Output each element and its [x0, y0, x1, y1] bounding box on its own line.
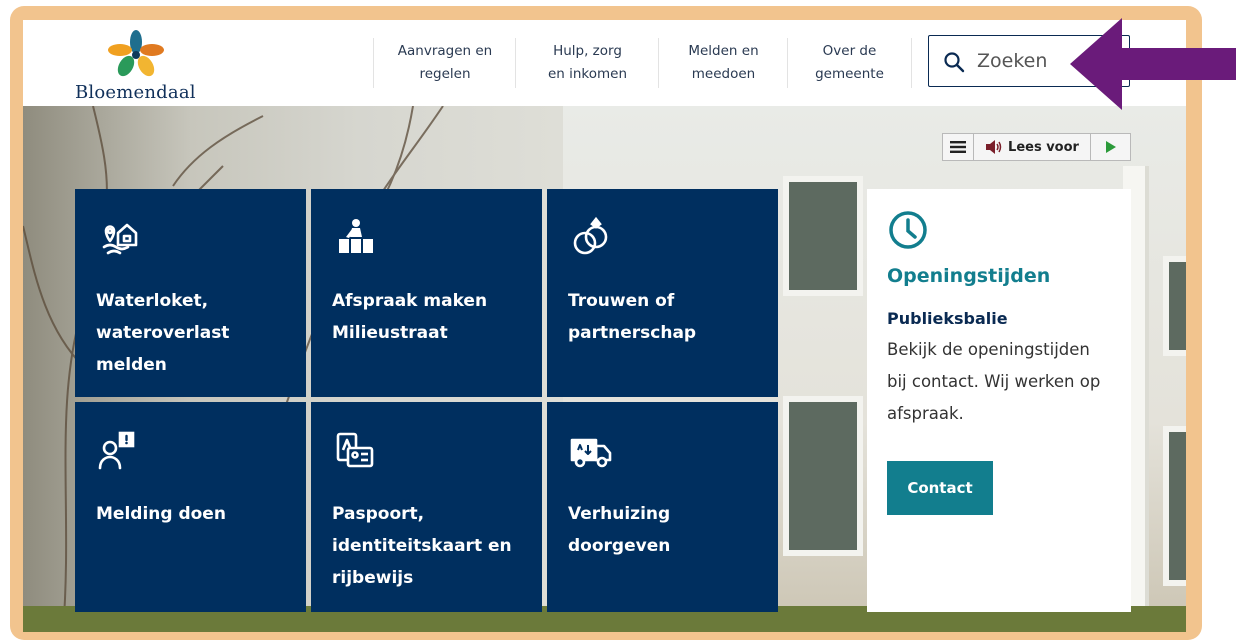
nav-melden-meedoen[interactable]: Melden en meedoen — [658, 38, 788, 88]
opening-hours-subtitle: Publieksbalie — [887, 309, 1008, 328]
person-alert-icon — [96, 428, 286, 476]
tile-verhuizing[interactable]: Verhuizing doorgeven — [547, 402, 778, 612]
nav-over-gemeente[interactable]: Over de gemeente — [787, 38, 912, 88]
water-location-icon — [96, 215, 286, 263]
nav-label-line1: Melden en — [688, 43, 759, 59]
website-page: Bloemendaal Aanvragen en regelen Hulp, zo… — [23, 20, 1186, 632]
logo-text: Bloemendaal — [75, 82, 196, 103]
nav-label-line2: gemeente — [815, 66, 884, 82]
readspeaker-label: Lees voor — [1008, 139, 1079, 155]
tile-label: Paspoort, identiteitskaart en rijbewijs — [332, 504, 512, 588]
tile-label: Verhuizing doorgeven — [568, 504, 671, 556]
tile-afspraak-milieustraat[interactable]: Afspraak maken Milieustraat — [311, 189, 542, 397]
nav-hulp-zorg-inkomen[interactable]: Hulp, zorg en inkomen — [515, 38, 659, 88]
recycling-person-icon — [332, 215, 522, 263]
speaker-icon — [986, 140, 1002, 154]
readspeaker-menu-button[interactable] — [943, 134, 974, 160]
opening-hours-text: Bekijk de openingstijden bij contact. Wi… — [887, 340, 1101, 423]
tile-melding[interactable]: Melding doen — [75, 402, 306, 612]
site-header: Bloemendaal Aanvragen en regelen Hulp, zo… — [23, 20, 1186, 106]
tile-label: Afspraak maken Milieustraat — [332, 291, 488, 343]
annotation-arrow-icon — [1070, 18, 1236, 110]
tile-paspoort[interactable]: Paspoort, identiteitskaart en rijbewijs — [311, 402, 542, 612]
building-window — [783, 396, 863, 556]
readspeaker-play-button[interactable] — [1091, 134, 1130, 160]
play-icon — [1105, 141, 1116, 153]
readspeaker-listen-button[interactable]: Lees voor — [974, 134, 1091, 160]
tile-waterloket[interactable]: Waterloket, wateroverlast melden — [75, 189, 306, 397]
opening-hours-card: Openingstijden Publieksbalie Bekijk de o… — [867, 189, 1131, 612]
clock-icon — [889, 211, 927, 249]
nav-label-line1: Hulp, zorg — [553, 43, 622, 59]
rings-icon — [568, 215, 758, 263]
moving-truck-icon — [568, 428, 758, 476]
building-window — [783, 176, 863, 296]
nav-label-line2: regelen — [419, 66, 471, 82]
menu-icon — [950, 141, 966, 153]
contact-button[interactable]: Contact — [887, 461, 993, 515]
opening-hours-title: Openingstijden — [887, 265, 1051, 287]
search-icon — [944, 52, 965, 73]
tile-trouwen[interactable]: Trouwen of partnerschap — [547, 189, 778, 397]
nav-label-line2: meedoen — [691, 66, 756, 82]
nav-label-line1: Aanvragen en — [397, 43, 493, 59]
nav-label-line2: en inkomen — [547, 66, 628, 82]
readspeaker-bar: Lees voor — [942, 133, 1131, 161]
tile-label: Trouwen of partnerschap — [568, 291, 697, 343]
nav-label-line1: Over de — [822, 43, 877, 59]
site-logo[interactable]: Bloemendaal — [73, 30, 203, 103]
tile-label: Waterloket, wateroverlast melden — [96, 291, 230, 375]
flower-logo-icon — [108, 30, 164, 77]
building-window — [1163, 256, 1186, 356]
id-document-icon — [332, 428, 522, 476]
building-window — [1163, 426, 1186, 586]
nav-aanvragen-regelen[interactable]: Aanvragen en regelen — [373, 38, 516, 88]
tile-label: Melding doen — [96, 504, 226, 524]
